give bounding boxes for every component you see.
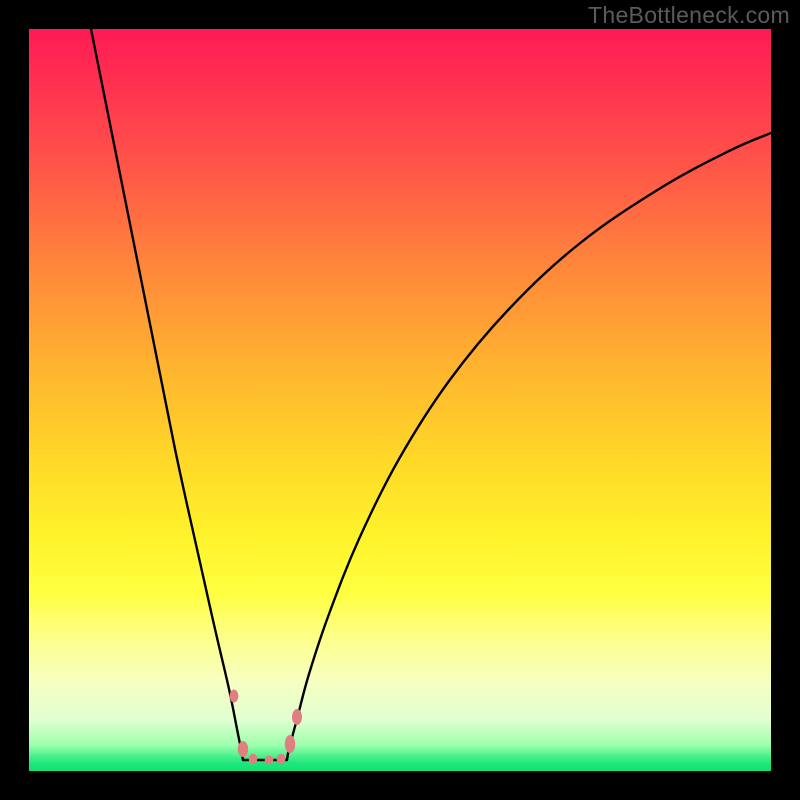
- chart-frame: TheBottleneck.com: [0, 0, 800, 800]
- data-marker: [265, 756, 274, 765]
- plot-area: [29, 29, 771, 771]
- data-marker: [238, 741, 248, 757]
- bottleneck-curve: [91, 29, 771, 760]
- data-marker: [285, 735, 295, 753]
- watermark-text: TheBottleneck.com: [588, 2, 790, 29]
- curve-layer: [29, 29, 771, 771]
- data-marker: [277, 754, 286, 764]
- data-marker: [249, 754, 258, 764]
- curve-path: [91, 29, 771, 760]
- data-marker: [292, 709, 302, 725]
- data-markers: [230, 690, 302, 765]
- data-marker: [230, 690, 239, 703]
